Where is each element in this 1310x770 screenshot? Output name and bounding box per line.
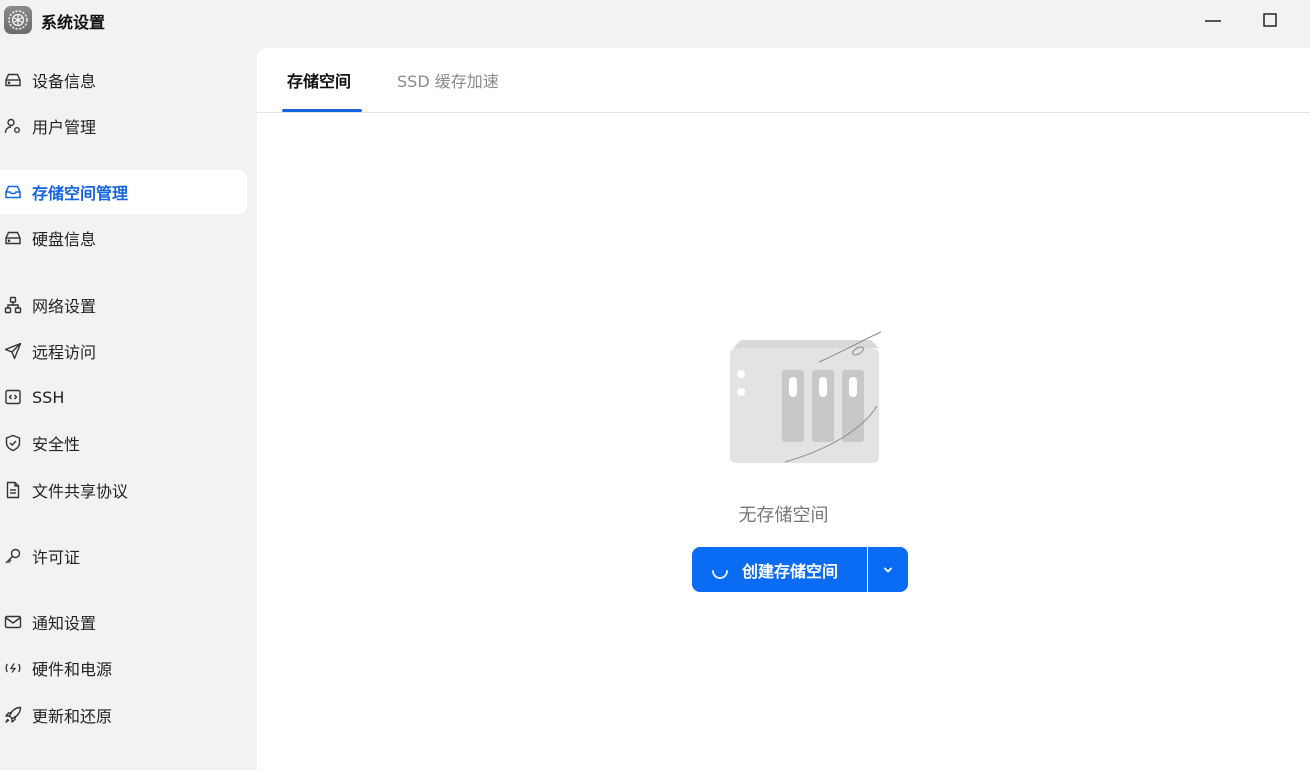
disk-icon — [2, 227, 24, 249]
document-icon — [2, 479, 24, 501]
user-gear-icon — [2, 115, 24, 137]
sidebar-item-label: 存储空间管理 — [32, 184, 129, 203]
nas-illustration — [727, 330, 887, 470]
sidebar-item-label: 许可证 — [32, 548, 81, 567]
storage-icon — [2, 181, 24, 203]
tab-storage-space[interactable]: 存储空间 — [287, 68, 351, 113]
send-icon — [2, 340, 24, 362]
sidebar-item-label: 用户管理 — [32, 118, 97, 137]
device-icon — [2, 69, 24, 91]
create-storage-dropdown-button[interactable] — [868, 547, 908, 592]
sidebar-item-disk-info[interactable]: 硬盘信息 — [0, 216, 247, 260]
mail-icon — [2, 611, 24, 633]
minimize-icon — [1205, 20, 1221, 22]
window-title: 系统设置 — [41, 13, 106, 32]
sidebar-item-label: 硬盘信息 — [32, 230, 97, 249]
main-panel: 存储空间 SSD 缓存加速 无存储空间 创建存储空间 — [257, 48, 1310, 770]
sidebar-item-network[interactable]: 网络设置 — [0, 283, 247, 327]
tab-ssd-cache[interactable]: SSD 缓存加速 — [397, 68, 499, 113]
sidebar-item-notifications[interactable]: 通知设置 — [0, 600, 247, 644]
sidebar-item-label: 更新和还原 — [32, 707, 113, 726]
sidebar-item-remote-access[interactable]: 远程访问 — [0, 329, 247, 373]
sidebar-item-hardware-power[interactable]: 硬件和电源 — [0, 646, 247, 690]
rocket-icon — [2, 704, 24, 726]
maximize-button[interactable] — [1253, 6, 1287, 34]
sidebar-item-storage-management[interactable]: 存储空间管理 — [0, 170, 247, 214]
gear-app-icon — [4, 6, 32, 34]
minimize-button[interactable] — [1196, 6, 1230, 34]
sidebar-item-label: 硬件和电源 — [32, 660, 113, 679]
sidebar-item-label: SSH — [32, 387, 65, 407]
sidebar-item-label: 设备信息 — [32, 72, 97, 91]
network-icon — [2, 294, 24, 316]
sidebar-item-security[interactable]: 安全性 — [0, 421, 247, 465]
active-tab-indicator — [282, 109, 362, 112]
chevron-down-icon — [884, 567, 892, 572]
sidebar-item-label: 远程访问 — [32, 343, 97, 362]
code-icon — [2, 386, 24, 408]
sidebar-item-license[interactable]: 许可证 — [0, 534, 247, 578]
sidebar-item-label: 文件共享协议 — [32, 482, 129, 501]
create-storage-label: 创建存储空间 — [742, 561, 839, 581]
sidebar-item-file-sharing[interactable]: 文件共享协议 — [0, 468, 247, 512]
sidebar-item-label: 通知设置 — [32, 614, 97, 633]
loading-spinner-icon — [710, 560, 730, 580]
create-storage-button[interactable]: 创建存储空间 — [692, 547, 867, 592]
sidebar-item-label: 安全性 — [32, 435, 81, 454]
tab-bar: 存储空间 SSD 缓存加速 — [257, 48, 1310, 113]
sidebar: 设备信息 用户管理 存储空间管理 硬盘信息 网络设置 远程访问 SSH 安全性 … — [0, 48, 257, 770]
sidebar-item-update-restore[interactable]: 更新和还原 — [0, 693, 247, 737]
sidebar-item-device-info[interactable]: 设备信息 — [0, 58, 247, 102]
empty-state-text: 无存储空间 — [738, 505, 829, 526]
title-bar: 系统设置 — [0, 0, 1310, 40]
sidebar-item-label: 网络设置 — [32, 297, 97, 316]
shield-icon — [2, 432, 24, 454]
maximize-icon — [1263, 13, 1277, 27]
power-icon — [2, 657, 24, 679]
key-icon — [2, 545, 24, 567]
sidebar-item-ssh[interactable]: SSH — [0, 375, 247, 419]
sidebar-item-user-management[interactable]: 用户管理 — [0, 104, 247, 148]
